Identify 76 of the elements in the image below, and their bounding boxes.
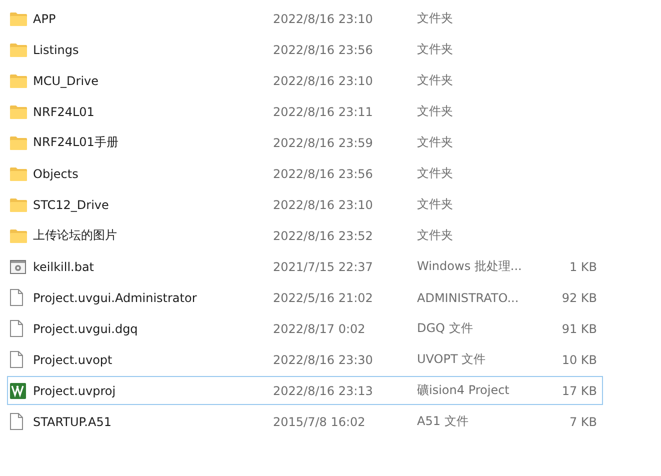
file-size: 91 KB [560, 322, 597, 336]
modified-date: 2022/8/17 0:02 [273, 322, 366, 336]
modified-date: 2022/8/16 23:56 [273, 42, 374, 56]
modified-date: 2021/7/15 22:37 [273, 260, 374, 274]
file-name: Project.uvopt [33, 352, 114, 366]
file-name: Listings [33, 42, 80, 56]
document-icon [10, 351, 23, 368]
file-row[interactable]: 上传论坛的图片 2022/8/16 23:52 文件夹 [7, 221, 603, 250]
project-icon [10, 382, 26, 398]
file-type: 文件夹 [417, 134, 454, 151]
file-name: STARTUP.A51 [33, 414, 112, 428]
file-row[interactable]: Project.uvopt 2022/8/16 23:30 UVOPT 文件 10 KB [7, 345, 603, 374]
file-type: 礦ision4 Project [417, 382, 510, 399]
file-type: A51 文件 [417, 413, 470, 430]
folder-icon [10, 166, 27, 180]
modified-date: 2022/8/16 23:11 [273, 104, 374, 118]
file-type: 文件夹 [417, 41, 454, 58]
file-name: NRF24L01手册 [33, 134, 120, 151]
modified-date: 2022/8/16 23:59 [273, 136, 374, 150]
file-row[interactable]: Project.uvproj 2022/8/16 23:13 礦ision4 Project 17 KB [7, 376, 603, 405]
file-type: 文件夹 [417, 103, 454, 120]
file-row[interactable]: STARTUP.A51 2015/7/8 16:02 A51 文件 7 KB [7, 407, 603, 436]
file-name: Project.uvproj [33, 384, 117, 398]
modified-date: 2022/8/16 23:56 [273, 166, 374, 180]
modified-date: 2022/8/16 23:13 [273, 384, 374, 398]
file-name: Project.uvgui.dgq [33, 322, 139, 336]
folder-icon [10, 12, 27, 26]
file-row[interactable]: NRF24L01 2022/8/16 23:11 文件夹 [7, 97, 603, 126]
file-type: 文件夹 [417, 227, 454, 244]
modified-date: 2022/8/16 23:52 [273, 228, 374, 242]
file-row[interactable]: STC12_Drive 2022/8/16 23:10 文件夹 [7, 190, 603, 219]
file-type: 文件夹 [417, 165, 454, 182]
file-type: DGQ 文件 [417, 320, 474, 337]
file-size: 10 KB [560, 352, 597, 366]
file-row[interactable]: NRF24L01手册 2022/8/16 23:59 文件夹 [7, 128, 603, 157]
modified-date: 2015/7/8 16:02 [273, 414, 366, 428]
file-size: 92 KB [560, 290, 597, 304]
folder-icon [10, 136, 27, 150]
file-type: 文件夹 [417, 196, 454, 213]
file-row[interactable]: keilkill.bat 2021/7/15 22:37 Windows 批处理... 1 KB [7, 252, 603, 281]
file-name: Objects [33, 166, 80, 180]
document-icon [10, 413, 23, 430]
document-icon [10, 320, 23, 337]
file-name: keilkill.bat [33, 260, 96, 274]
file-row[interactable]: Project.uvgui.dgq 2022/8/17 0:02 DGQ 文件 91 KB [7, 314, 603, 343]
modified-date: 2022/8/16 23:10 [273, 74, 374, 88]
file-name: STC12_Drive [33, 198, 110, 212]
file-type: UVOPT 文件 [417, 351, 487, 368]
file-row[interactable]: Listings 2022/8/16 23:56 文件夹 [7, 35, 603, 64]
file-name: MCU_Drive [33, 74, 100, 88]
document-icon [10, 289, 23, 306]
file-size: 1 KB [568, 260, 597, 274]
file-type: 文件夹 [417, 10, 454, 27]
folder-icon [10, 42, 27, 56]
file-size: 17 KB [560, 384, 597, 398]
file-name: APP [33, 12, 57, 26]
modified-date: 2022/8/16 23:30 [273, 352, 374, 366]
file-name: 上传论坛的图片 [33, 227, 118, 244]
gear-window-icon [10, 260, 26, 274]
modified-date: 2022/8/16 23:10 [273, 198, 374, 212]
file-name: Project.uvgui.Administrator [33, 290, 198, 304]
file-row[interactable]: Project.uvgui.Administrator 2022/5/16 21:02 ADMINISTRATO... 92 KB [7, 283, 603, 312]
folder-icon [10, 104, 27, 118]
file-row[interactable]: MCU_Drive 2022/8/16 23:10 文件夹 [7, 66, 603, 95]
folder-icon [10, 198, 27, 212]
modified-date: 2022/5/16 21:02 [273, 290, 374, 304]
file-type: ADMINISTRATO... [417, 290, 520, 304]
file-size: 7 KB [568, 414, 597, 428]
file-row[interactable]: APP 2022/8/16 23:10 文件夹 [7, 4, 603, 33]
file-type: 文件夹 [417, 72, 454, 89]
file-type: Windows 批处理... [417, 258, 523, 275]
folder-icon [10, 74, 27, 88]
modified-date: 2022/8/16 23:10 [273, 12, 374, 26]
file-row[interactable]: Objects 2022/8/16 23:56 文件夹 [7, 159, 603, 188]
folder-icon [10, 228, 27, 242]
file-name: NRF24L01 [33, 104, 96, 118]
